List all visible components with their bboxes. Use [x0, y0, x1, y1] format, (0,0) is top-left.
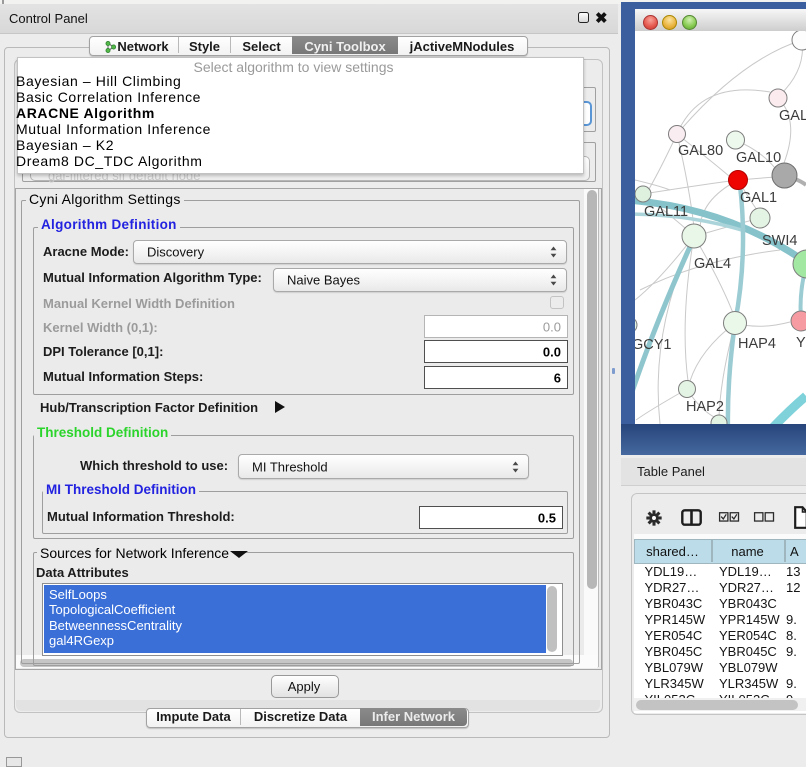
svg-text:GAL1: GAL1 [740, 190, 777, 206]
svg-text:GAL4: GAL4 [694, 256, 731, 272]
svg-text:GCY1: GCY1 [635, 337, 672, 353]
svg-text:GAL11: GAL11 [644, 204, 688, 220]
svg-text:SWI4: SWI4 [762, 233, 797, 249]
svg-text:HAP2: HAP2 [686, 399, 724, 415]
svg-text:HAP4: HAP4 [738, 336, 776, 352]
svg-text:GAL80: GAL80 [678, 143, 723, 159]
svg-text:GAL10: GAL10 [736, 150, 781, 166]
svg-text:GAL7: GAL7 [779, 108, 806, 124]
svg-text:Y: Y [796, 335, 806, 351]
